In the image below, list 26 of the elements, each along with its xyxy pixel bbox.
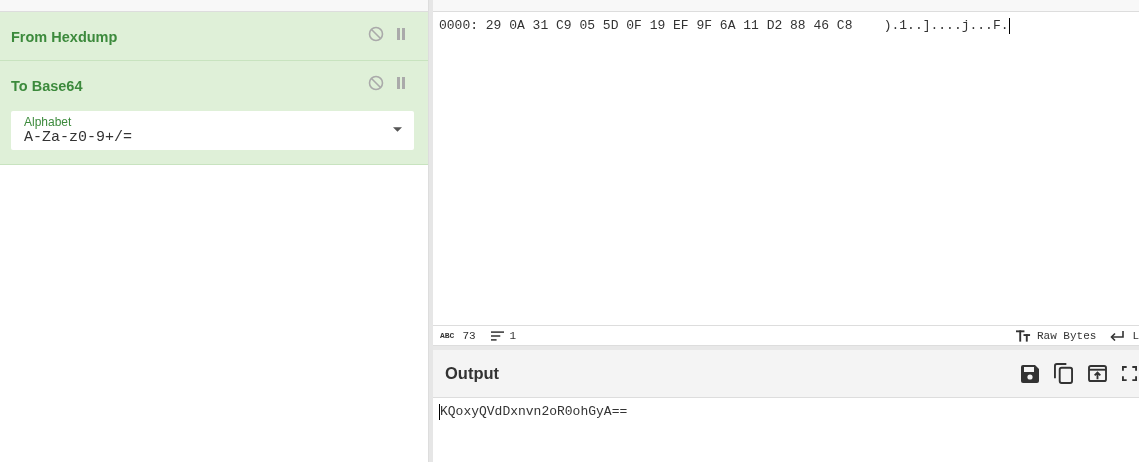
eol-label[interactable]: L [1132,329,1139,342]
disable-icon[interactable] [368,26,384,42]
input-area[interactable]: 0000: 29 0A 31 C9 05 5D 0F 19 EF 9F 6A 11 D2 88 46 C8 ).1..]....j...F. [433,12,1139,325]
length-count: 73 [462,329,476,342]
length-icon: ABC [440,331,455,340]
pause-icon[interactable] [396,28,406,40]
pause-icon[interactable] [396,77,406,89]
recipe-operation[interactable]: From Hexdump [0,12,428,61]
maximise-icon[interactable] [1122,366,1137,381]
lines-icon [490,330,504,341]
input-text: 0000: 29 0A 31 C9 05 5D 0F 19 EF 9F 6A 11 D2 88 46 C8 ).1..]....j...F. [439,18,1009,34]
save-icon[interactable] [1021,364,1039,383]
text-size-icon [1015,329,1031,342]
disable-icon[interactable] [368,75,384,91]
replace-input-icon[interactable] [1088,365,1107,382]
line-count: 1 [509,329,517,342]
return-arrow-icon [1110,330,1125,341]
copy-icon[interactable] [1054,363,1073,384]
caret-icon [393,127,402,132]
encoding-label[interactable]: Raw Bytes [1036,329,1097,342]
operation-name: From Hexdump [11,28,119,45]
alphabet-dropdown[interactable]: Alphabet A-Za-z0-9+/= [11,111,414,150]
operation-name: To Base64 [11,77,84,94]
recipe-operation[interactable]: To Base64 Alphabet A-Za-z0-9+/= [0,61,428,165]
output-title: Output [445,364,500,383]
output-text: KQoxyQVdDxnvn2oR0ohGyA== [440,404,628,420]
